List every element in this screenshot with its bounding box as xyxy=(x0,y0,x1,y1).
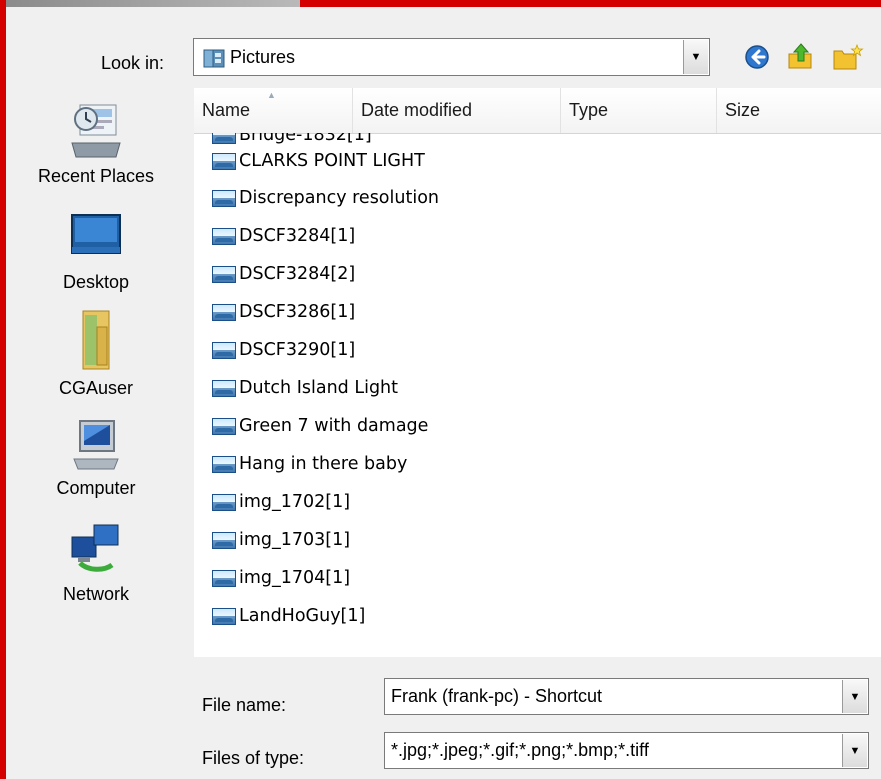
places-bar: Recent Places Desktop CGAuser Computer N… xyxy=(6,99,186,659)
picture-file-icon xyxy=(212,189,236,207)
place-label: Recent Places xyxy=(37,166,155,186)
files-of-type-combobox[interactable]: *.jpg;*.jpeg;*.gif;*.png;*.bmp;*.tiff ▼ xyxy=(384,732,869,769)
place-recent-places[interactable]: Recent Places xyxy=(6,99,186,187)
list-item[interactable]: img_1703[1] xyxy=(212,525,350,555)
picture-file-icon xyxy=(212,569,236,587)
file-name: Dutch Island Light xyxy=(239,378,399,398)
list-item[interactable]: img_1704[1] xyxy=(212,563,350,593)
picture-file-icon xyxy=(212,152,236,170)
picture-file-icon xyxy=(212,133,236,144)
recent-places-icon xyxy=(66,104,126,165)
file-name: DSCF3284[2] xyxy=(239,264,356,284)
computer-icon xyxy=(66,420,126,477)
column-header-label: Date modified xyxy=(361,100,473,120)
file-name: Hang in there baby xyxy=(239,454,408,474)
file-name: Discrepancy resolution xyxy=(239,188,439,208)
back-arrow-icon[interactable] xyxy=(744,44,770,75)
folder-icon xyxy=(203,48,225,73)
picture-file-icon xyxy=(212,493,236,511)
list-item[interactable]: DSCF3284[2] xyxy=(212,259,355,289)
list-item[interactable]: DSCF3290[1] xyxy=(212,335,355,365)
file-name: DSCF3284[1] xyxy=(239,226,356,246)
files-of-type-label: Files of type: xyxy=(202,748,305,768)
list-item[interactable]: Discrepancy resolution xyxy=(212,183,439,213)
picture-file-icon xyxy=(212,607,236,625)
place-network[interactable]: Network xyxy=(6,521,186,605)
column-header-size[interactable]: Size xyxy=(717,88,881,133)
chevron-down-icon: ▼ xyxy=(690,51,702,63)
column-header-type[interactable]: Type xyxy=(561,88,717,133)
place-cgauser[interactable]: CGAuser xyxy=(6,307,186,399)
file-name-combobox[interactable]: Frank (frank-pc) - Shortcut ▼ xyxy=(384,678,869,715)
file-name: img_1702[1] xyxy=(239,492,351,512)
file-name-dropdown-button[interactable]: ▼ xyxy=(842,680,867,713)
look-in-value: Pictures xyxy=(230,46,296,67)
chevron-down-icon: ▼ xyxy=(849,744,861,757)
file-name-input[interactable]: Frank (frank-pc) - Shortcut xyxy=(391,679,602,714)
network-icon xyxy=(66,524,126,583)
column-header-label: Size xyxy=(725,100,761,120)
picture-file-icon xyxy=(212,417,236,435)
list-item[interactable]: LandHoGuy[1] xyxy=(212,601,365,631)
list-item[interactable]: CLARKS POINT LIGHT xyxy=(212,146,425,176)
column-header-label: Name xyxy=(202,100,251,120)
place-label: Network xyxy=(62,584,129,604)
file-rows: Bridge-1832[1] CLARKS POINT LIGHT Discre… xyxy=(194,133,881,657)
picture-file-icon xyxy=(212,265,236,283)
column-header-date-modified[interactable]: Date modified xyxy=(353,88,561,133)
picture-file-icon xyxy=(212,531,236,549)
column-header-row: Name ▲ Date modified Type Size xyxy=(194,88,881,134)
file-name: LandHoGuy[1] xyxy=(239,606,366,626)
user-folder-icon xyxy=(71,310,121,377)
file-name: img_1704[1] xyxy=(239,568,351,588)
look-in-combobox[interactable]: Pictures ▼ xyxy=(193,38,710,76)
list-item[interactable]: DSCF3286[1] xyxy=(212,297,355,327)
up-folder-icon[interactable] xyxy=(787,42,817,75)
open-file-dialog: Look in: Pictures ▼ Recent Places Deskto… xyxy=(6,7,881,779)
file-name: DSCF3286[1] xyxy=(239,302,356,322)
place-label: Computer xyxy=(56,478,136,498)
file-name: Green 7 with damage xyxy=(239,416,429,436)
file-name: img_1703[1] xyxy=(239,530,351,550)
list-item[interactable]: Green 7 with damage xyxy=(212,411,428,441)
column-header-name[interactable]: Name ▲ xyxy=(194,88,353,133)
file-name: CLARKS POINT LIGHT xyxy=(239,151,425,171)
chevron-down-icon: ▼ xyxy=(849,690,861,703)
place-desktop[interactable]: Desktop xyxy=(6,211,186,293)
files-of-type-dropdown-button[interactable]: ▼ xyxy=(842,734,867,767)
list-item[interactable]: img_1702[1] xyxy=(212,487,350,517)
list-item[interactable]: DSCF3284[1] xyxy=(212,221,355,251)
new-folder-icon[interactable] xyxy=(832,43,864,76)
picture-file-icon xyxy=(212,341,236,359)
file-list[interactable]: Name ▲ Date modified Type Size Bridge-18… xyxy=(194,88,881,657)
file-name: Bridge-1832[1] xyxy=(239,133,372,145)
place-label: CGAuser xyxy=(58,378,134,398)
sort-ascending-icon: ▲ xyxy=(267,90,276,100)
picture-file-icon xyxy=(212,455,236,473)
look-in-label: Look in: xyxy=(101,53,165,73)
picture-file-icon xyxy=(212,303,236,321)
look-in-dropdown-button[interactable]: ▼ xyxy=(683,40,708,74)
place-computer[interactable]: Computer xyxy=(6,417,186,499)
picture-file-icon xyxy=(212,379,236,397)
place-label: Desktop xyxy=(62,272,130,292)
column-header-label: Type xyxy=(569,100,609,120)
list-item[interactable]: Hang in there baby xyxy=(212,449,407,479)
picture-file-icon xyxy=(212,227,236,245)
files-of-type-value: *.jpg;*.jpeg;*.gif;*.png;*.bmp;*.tiff xyxy=(391,740,649,760)
window-frame-top xyxy=(0,0,881,7)
list-item[interactable]: Dutch Island Light xyxy=(212,373,398,403)
file-name: DSCF3290[1] xyxy=(239,340,356,360)
file-name-label: File name: xyxy=(202,695,287,715)
desktop-icon xyxy=(66,214,126,271)
